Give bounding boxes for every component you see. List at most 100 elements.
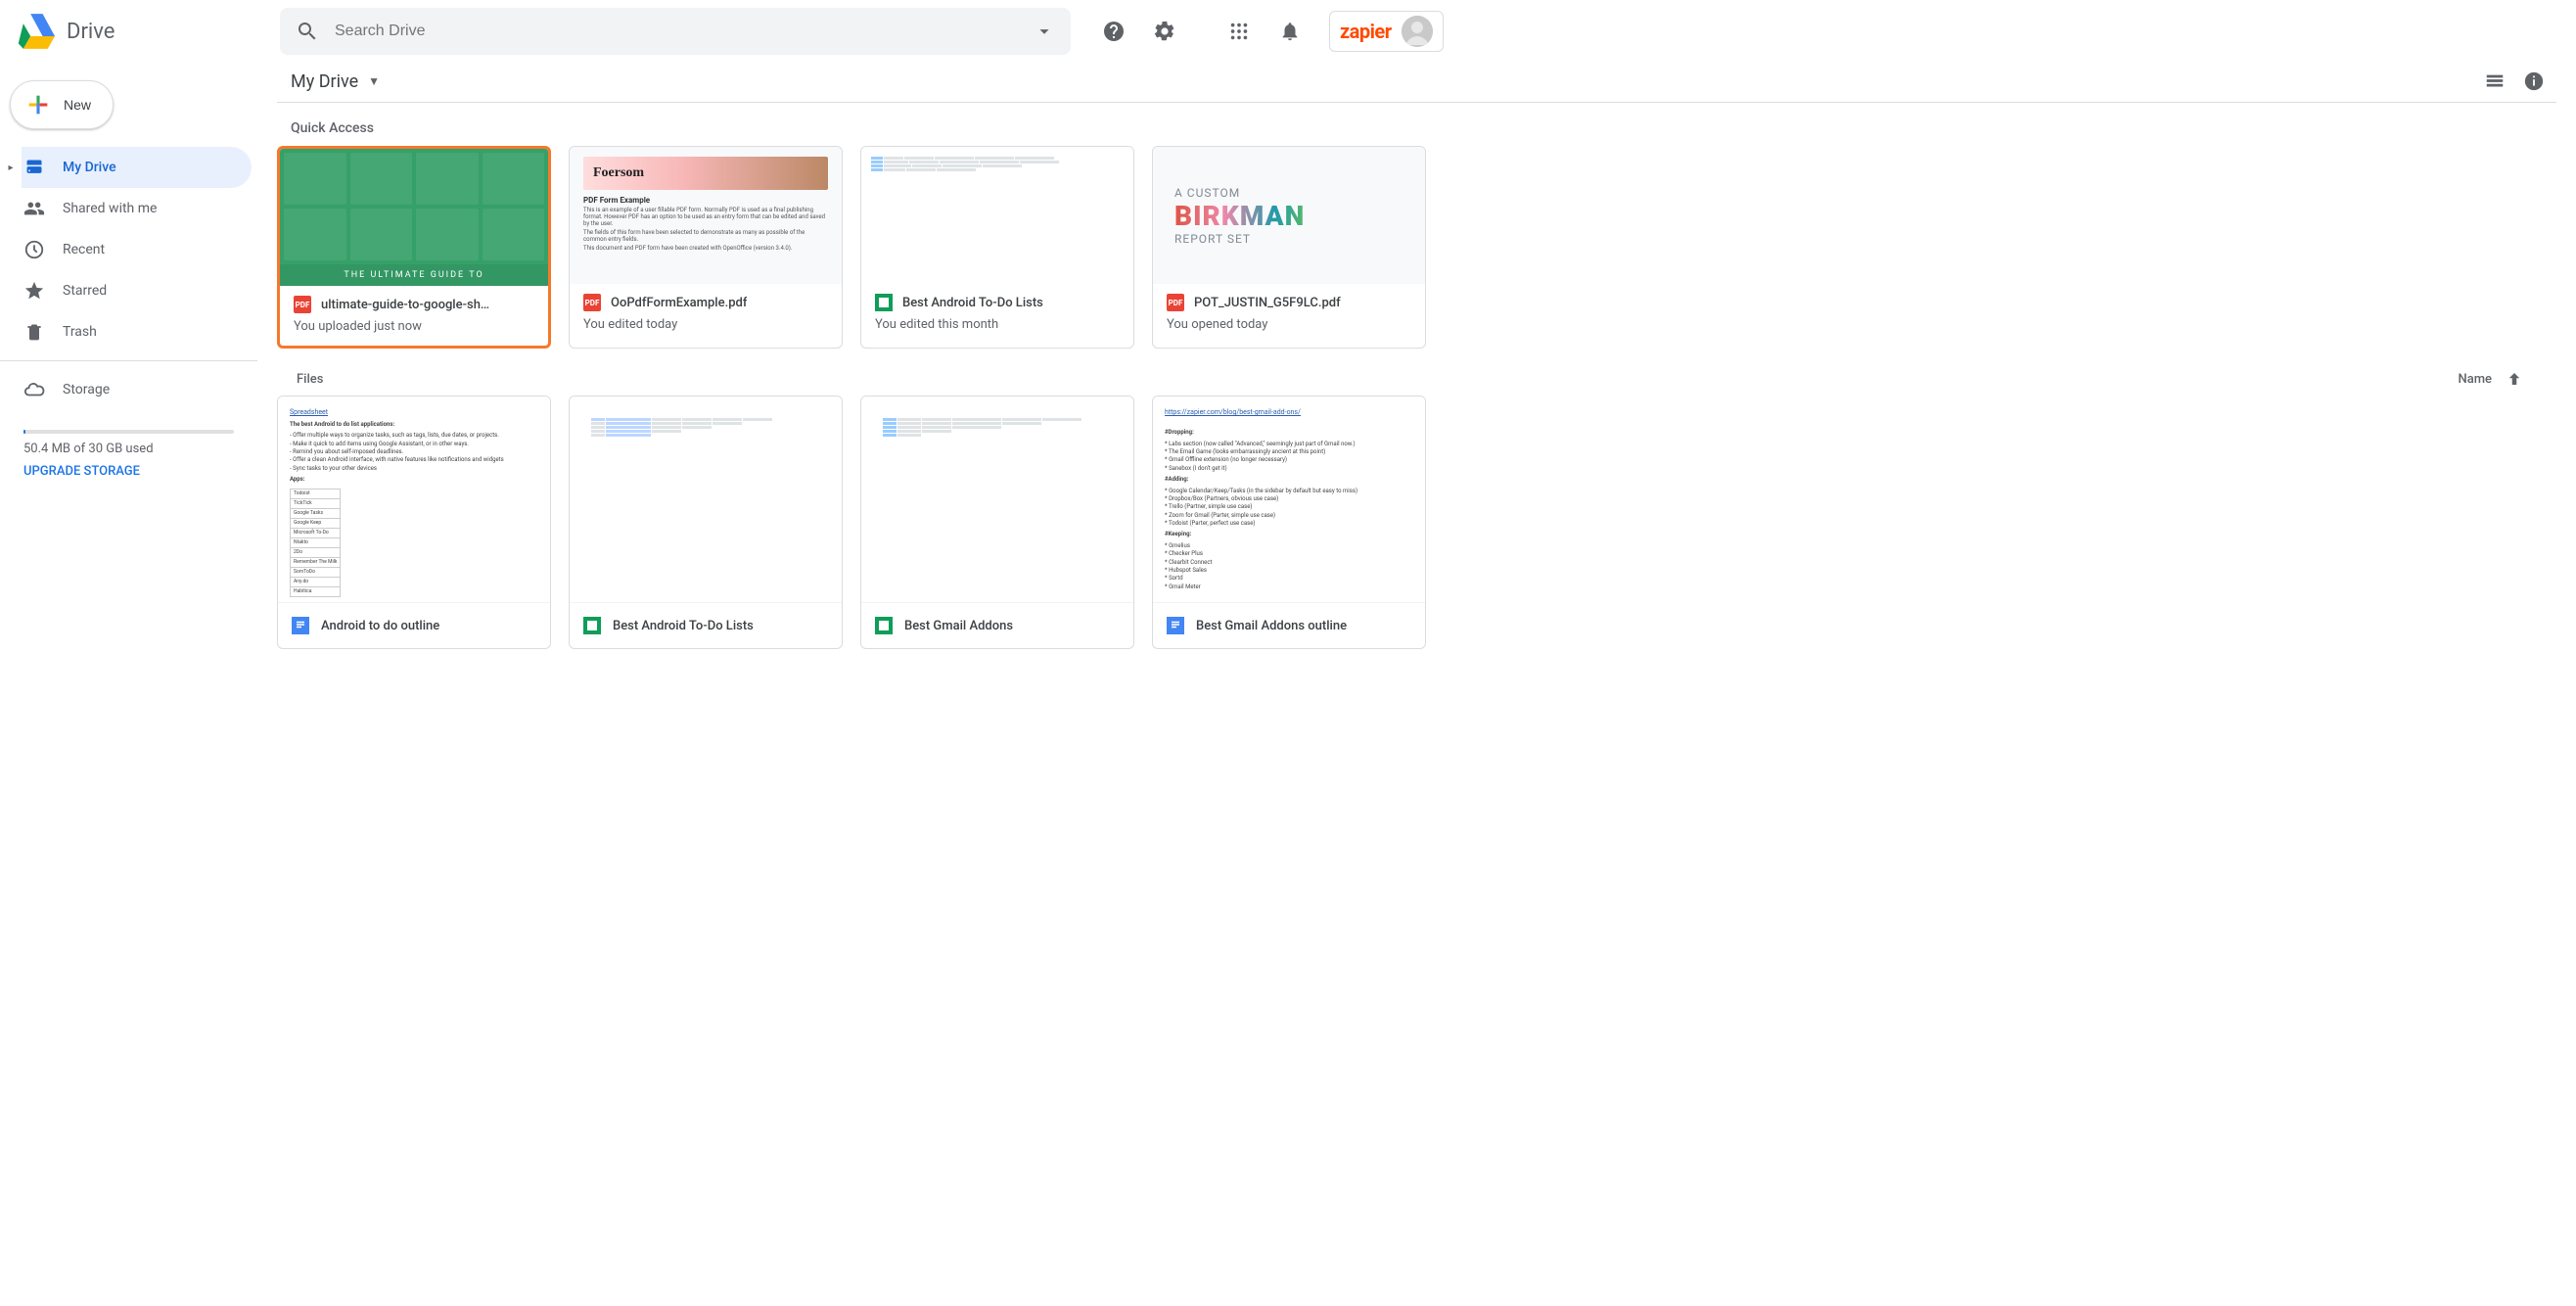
plus-icon [24,91,52,118]
files-header: Files Name [277,358,2556,396]
sort-control[interactable]: Name [2458,370,2523,388]
app-title: Drive [67,20,115,44]
sheets-icon [875,294,893,311]
sidebar-item-trash[interactable]: Trash [0,311,252,352]
file-subtitle: You edited this month [875,317,1120,332]
help-button[interactable] [1090,8,1137,55]
zapier-logo-text: zapier [1340,20,1392,43]
quick-access-card[interactable]: Foersom PDF Form Example This is an exam… [569,146,843,349]
file-title: POT_JUSTIN_G5F9LC.pdf [1194,296,1341,310]
birkman-line1: A CUSTOM [1174,186,1425,200]
search-options-dropdown-icon[interactable] [1034,21,1055,42]
thumbnail: Spreadsheet The best Android to do list … [278,396,550,602]
sidebar-item-label: Recent [63,242,105,257]
star-icon [23,280,45,302]
breadcrumb-current: My Drive [291,71,358,92]
avatar-placeholder-icon [1402,16,1433,47]
file-title: Best Gmail Addons outline [1196,619,1347,633]
pdf-icon: PDF [583,294,601,311]
pdf-icon: PDF [294,296,311,313]
zapier-account-chip[interactable]: zapier [1329,11,1444,52]
thumbnail [570,396,842,602]
thumbnail-caption: THE ULTIMATE GUIDE TO [280,264,548,286]
file-title: Best Android To-Do Lists [613,619,754,633]
file-subtitle: You opened today [1167,317,1411,332]
breadcrumb[interactable]: My Drive ▼ [291,71,380,92]
sidebar-item-label: Shared with me [63,201,157,216]
file-subtitle: You edited today [583,317,828,332]
file-title: Best Android To-Do Lists [902,296,1043,310]
new-button-label: New [64,97,91,113]
upgrade-storage-link[interactable]: UPGRADE STORAGE [23,464,234,479]
file-title: Best Gmail Addons [904,619,1013,633]
file-subtitle: You uploaded just now [294,319,534,334]
shared-icon [23,198,45,219]
sidebar-item-label: My Drive [63,160,116,175]
sidebar-item-my-drive[interactable]: My Drive [22,147,252,188]
storage-panel: 50.4 MB of 30 GB used UPGRADE STORAGE [0,410,257,489]
expand-my-drive-toggle[interactable]: ▸ [0,163,22,173]
settings-button[interactable] [1141,8,1188,55]
sheets-icon [583,617,601,634]
file-card[interactable]: https://zapier.com/blog/best-gmail-add-o… [1152,396,1426,649]
info-icon [2523,70,2545,92]
file-card[interactable]: Best Gmail Addons [860,396,1134,649]
thumbnail: THE ULTIMATE GUIDE TO [280,149,548,286]
notifications-button[interactable] [1266,8,1313,55]
apps-grid-icon [1228,21,1250,42]
file-card[interactable]: Best Android To-Do Lists [569,396,843,649]
thumbnail [861,147,1133,284]
sidebar-item-storage[interactable]: Storage [0,369,252,410]
list-view-button[interactable] [2484,70,2506,92]
birkman-line2: BIRKMAN [1174,200,1425,232]
docs-icon [1167,617,1184,634]
breadcrumb-dropdown-icon: ▼ [368,74,380,88]
thumbnail: A CUSTOM BIRKMAN REPORT SET [1153,147,1425,284]
sidebar-item-label: Trash [63,324,97,340]
storage-bar [23,430,234,434]
details-button[interactable] [2523,70,2545,92]
files-grid: Spreadsheet The best Android to do list … [277,396,2556,669]
drive-logo-icon [16,14,55,49]
file-title: Android to do outline [321,619,439,633]
sidebar-divider [0,360,257,361]
birkman-line3: REPORT SET [1174,232,1425,246]
cloud-icon [23,379,45,400]
sort-label: Name [2458,372,2492,387]
thumbnail-brand: Foersom [583,157,828,190]
new-button[interactable]: New [10,80,114,129]
file-title: ultimate-guide-to-google-sh… [321,298,489,312]
pdf-icon: PDF [1167,294,1184,311]
view-controls [2484,70,2545,92]
logo-area[interactable]: Drive [16,14,280,49]
search-input[interactable] [335,23,1034,40]
sidebar-item-shared-with-me[interactable]: Shared with me [0,188,252,229]
user-avatar[interactable] [1402,16,1433,47]
gear-icon [1153,20,1176,43]
quick-access-heading: Quick Access [277,103,2556,146]
thumbnail-heading: PDF Form Example [583,196,650,205]
storage-used-text: 50.4 MB of 30 GB used [23,442,234,456]
header: Drive zapier [0,0,2576,63]
search-bar[interactable] [280,8,1071,55]
quick-access-card[interactable]: THE ULTIMATE GUIDE TO PDF ultimate-guide… [277,146,551,349]
help-icon [1102,20,1126,43]
sidebar-item-starred[interactable]: Starred [0,270,252,311]
sidebar-item-label: Starred [63,283,107,299]
quick-access-card[interactable]: A CUSTOM BIRKMAN REPORT SET PDF POT_JUST… [1152,146,1426,349]
sheets-icon [875,617,893,634]
sidebar-item-recent[interactable]: Recent [0,229,252,270]
quick-access-card[interactable]: Best Android To-Do Lists You edited this… [860,146,1134,349]
arrow-up-icon [2506,370,2523,388]
quick-access-row: THE ULTIMATE GUIDE TO PDF ultimate-guide… [277,146,2556,358]
thumbnail: https://zapier.com/blog/best-gmail-add-o… [1153,396,1425,602]
file-title: OoPdfFormExample.pdf [611,296,747,310]
main-content: My Drive ▼ Quick Access THE ULTIMATE GUI… [257,63,2576,669]
storage-heading: Storage [63,382,110,397]
thumbnail [861,396,1133,602]
file-card[interactable]: Spreadsheet The best Android to do list … [277,396,551,649]
apps-button[interactable] [1216,8,1263,55]
list-view-icon [2484,70,2506,92]
recent-icon [23,239,45,260]
docs-icon [292,617,309,634]
